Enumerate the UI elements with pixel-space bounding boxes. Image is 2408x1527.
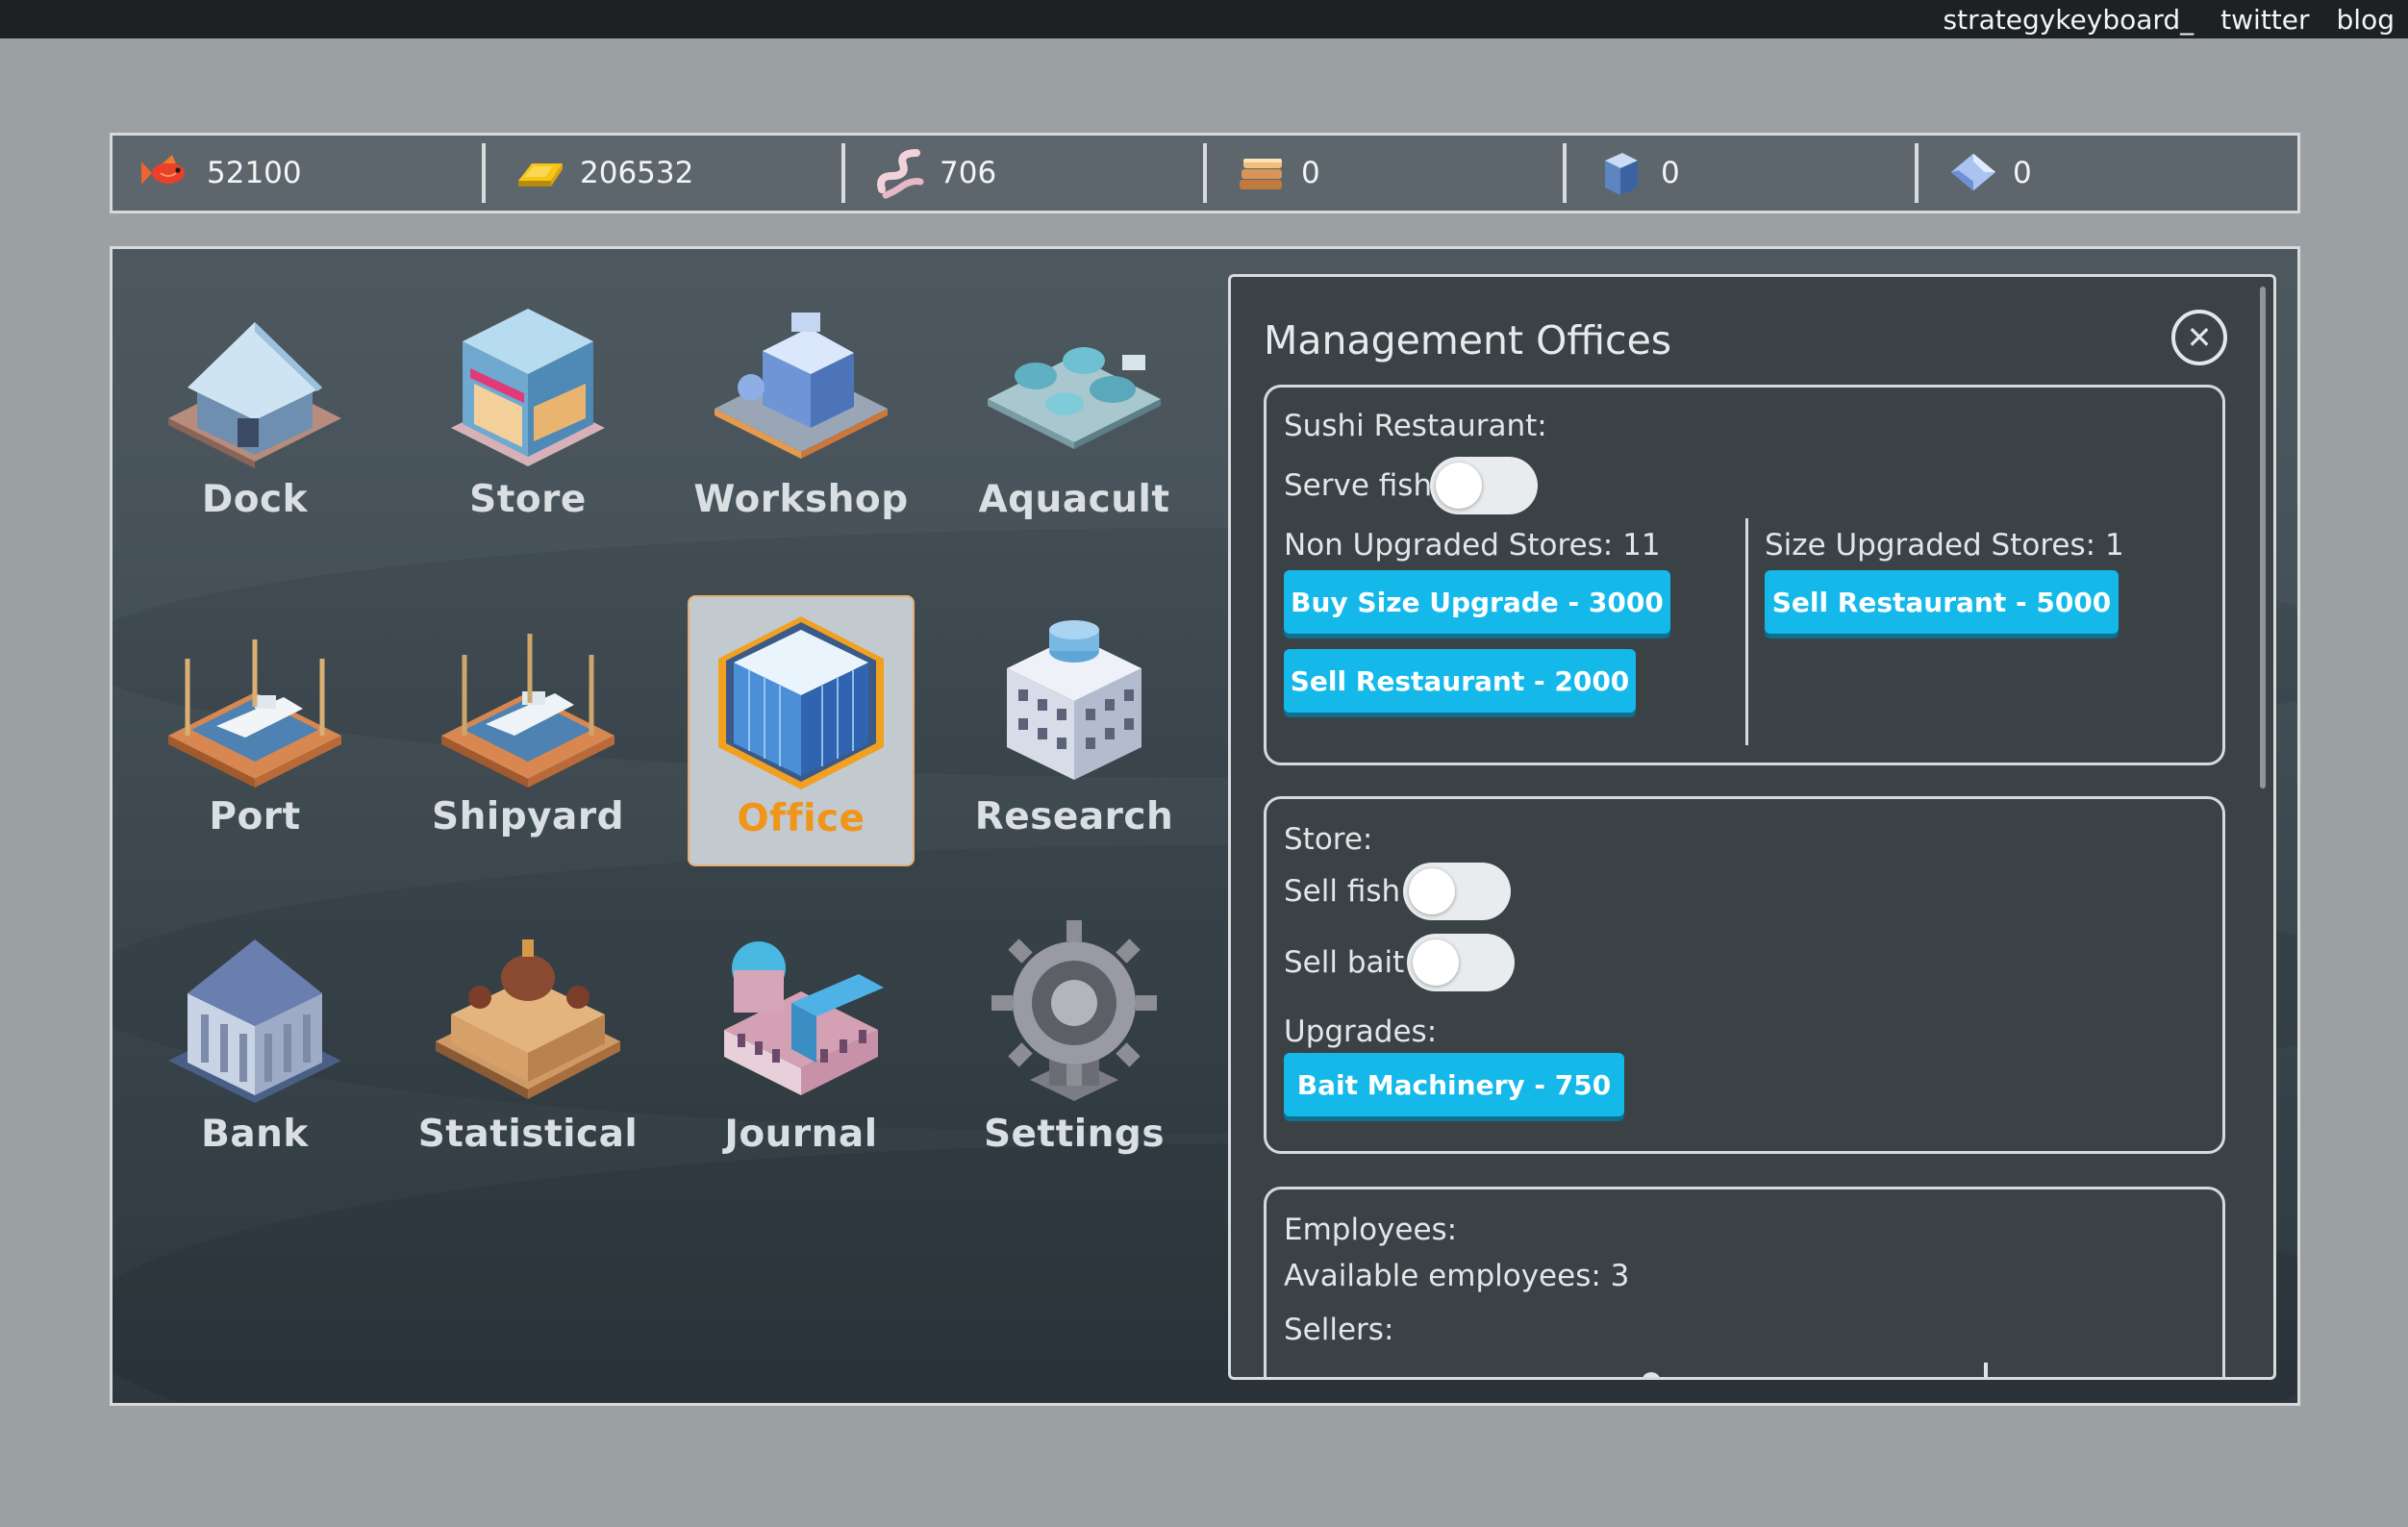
building-shipyard[interactable]: Shipyard [414,595,641,866]
toggle-knob [1413,939,1459,986]
close-button[interactable]: ✕ [2171,310,2227,365]
sell-restaurant-2000-button[interactable]: Sell Restaurant - 2000 [1284,649,1636,713]
resource-fish: 52100 [113,144,482,202]
bank-icon [168,939,341,1103]
employees-section: Employees: Available employees: 3 Seller… [1264,1187,2225,1377]
building-port[interactable]: Port [141,595,368,866]
close-icon: ✕ [2186,319,2213,356]
building-label: Bank [201,1113,309,1156]
statistical-icon [436,939,620,1099]
serve-fish-label: Serve fish [1284,468,1433,503]
sell-bait-label: Sell bait [1284,945,1405,980]
link-strategykeyboard[interactable]: strategykeyboard_ [1944,4,2195,36]
sell-bait-toggle[interactable] [1407,934,1515,991]
non-upgraded-stores-label: Non Upgraded Stores: 11 [1284,528,1661,563]
port-icon [168,639,341,788]
research-icon [1007,620,1141,780]
building-label: Workshop [693,478,909,521]
main-area: Dock Store Workshop Aquacult Port Shipya… [110,246,2300,1406]
planks-icon [1236,147,1288,199]
section-divider [1745,518,1748,745]
aquacult-icon [988,347,1161,449]
building-office[interactable]: Office [688,595,915,866]
building-label: Journal [724,1113,878,1156]
sell-restaurant-5000-button[interactable]: Sell Restaurant - 5000 [1765,570,2119,634]
office-icon [718,616,884,789]
settings-gear-icon [991,920,1157,1101]
resource-bar: 52100 206532 706 0 0 0 [110,133,2300,213]
sushi-restaurant-section: Sushi Restaurant: Serve fish Non Upgrade… [1264,385,2225,765]
journal-icon [724,941,884,1095]
fish-icon [141,147,193,199]
building-label: Office [737,797,865,840]
sushi-heading: Sushi Restaurant: [1284,409,1547,443]
toggle-knob [1409,868,1455,914]
size-upgraded-stores-label: Size Upgraded Stores: 1 [1765,528,2124,563]
management-offices-panel: Management Offices ✕ Sushi Restaurant: S… [1228,274,2276,1380]
resource-block-value: 0 [1661,156,1680,190]
toggle-knob [1436,463,1482,509]
sellers-slider-mark [1984,1363,1988,1377]
available-employees-label: Available employees: 3 [1284,1259,1630,1293]
gold-bar-icon [514,147,566,199]
scrollbar-thumb[interactable] [2260,287,2266,789]
resource-crystal: 0 [1919,144,2265,202]
top-bar: strategykeyboard_ twitter blog [0,0,2408,38]
sell-fish-label: Sell fish [1284,874,1401,909]
store-section: Store: Sell fish Sell bait Upgrades: Bai… [1264,796,2225,1154]
resource-block: 0 [1567,144,1915,202]
building-label: Statistical [417,1113,639,1156]
resource-fish-value: 52100 [207,156,302,190]
panel-title: Management Offices [1264,317,1672,363]
employees-heading: Employees: [1284,1213,1458,1247]
resource-planks: 0 [1207,144,1563,202]
serve-fish-toggle[interactable] [1430,457,1538,514]
crystal-icon [1947,147,1999,199]
resource-bait: 706 [845,144,1203,202]
sell-fish-toggle[interactable] [1403,863,1511,920]
building-label: Dock [201,478,309,521]
sellers-label: Sellers: [1284,1313,1394,1347]
blue-block-icon [1595,147,1647,199]
building-store[interactable]: Store [414,278,641,549]
panel-scrollbar[interactable] [2260,287,2268,1373]
resource-bait-value: 706 [940,156,997,190]
building-dock[interactable]: Dock [141,278,368,549]
sellers-slider-handle[interactable] [1642,1372,1661,1377]
building-label: Settings [983,1113,1166,1156]
building-label: Research [974,795,1174,839]
building-label: Store [469,478,587,521]
building-label: Port [209,795,301,839]
resource-gold-value: 206532 [580,156,694,190]
store-heading: Store: [1284,822,1373,857]
dock-icon [168,322,341,468]
building-statistical[interactable]: Statistical [414,913,641,1184]
resource-planks-value: 0 [1301,156,1320,190]
bait-machinery-button[interactable]: Bait Machinery - 750 [1284,1053,1624,1116]
upgrades-label: Upgrades: [1284,1014,1438,1049]
worm-bait-icon [874,147,926,199]
building-workshop[interactable]: Workshop [688,278,915,549]
building-label: Aquacult [978,478,1170,521]
building-label: Shipyard [431,795,625,839]
building-aquacult[interactable]: Aquacult [961,278,1188,549]
building-bank[interactable]: Bank [141,913,368,1184]
shipyard-icon [441,634,615,788]
link-twitter[interactable]: twitter [2220,4,2309,36]
resource-crystal-value: 0 [2013,156,2032,190]
resource-gold: 206532 [486,144,841,202]
building-journal[interactable]: Journal [688,913,915,1184]
buy-size-upgrade-button[interactable]: Buy Size Upgrade - 3000 [1284,570,1670,634]
link-blog[interactable]: blog [2337,4,2395,36]
store-icon [451,309,605,466]
building-research[interactable]: Research [961,595,1188,866]
top-links: strategykeyboard_ twitter blog [1944,0,2395,38]
building-settings[interactable]: Settings [961,913,1188,1184]
workshop-icon [715,313,888,459]
